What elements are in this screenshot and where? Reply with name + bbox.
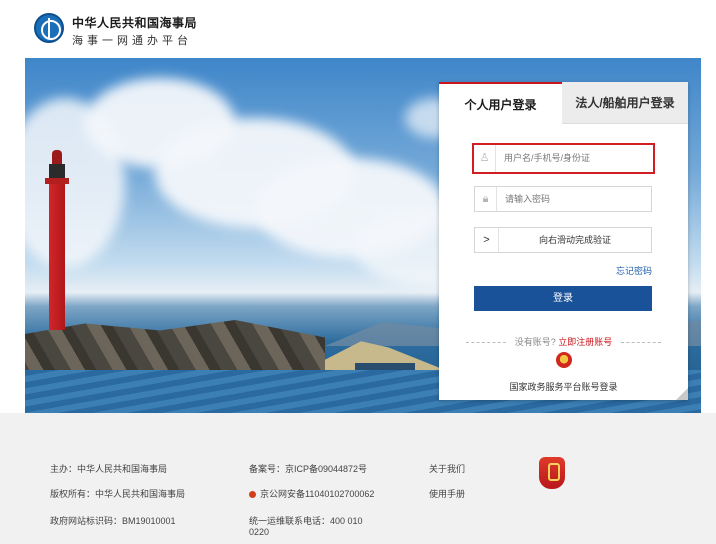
platform-subtitle: 海事一网通办平台 [72, 35, 192, 47]
police-badge-icon [249, 491, 256, 498]
lock-icon: 🔒︎ [475, 187, 497, 211]
lighthouse [41, 150, 73, 330]
lighthouse-lamp [49, 164, 65, 178]
tab-personal-login[interactable]: 个人用户登录 [439, 82, 562, 124]
lighthouse-tower [49, 184, 65, 330]
gov-service-login-link[interactable]: 国家政务服务平台账号登录 [439, 380, 688, 393]
login-panel: 个人用户登录 法人/船舶用户登录 ♙ 用户名/手机号/身份证 🔒︎ 请输入密码 … [439, 82, 688, 400]
footer-icp[interactable]: 备案号：京ICP备09044872号 [249, 462, 367, 475]
lighthouse-roof [52, 150, 62, 164]
login-tabs: 个人用户登录 法人/船舶用户登录 [439, 82, 688, 124]
user-manual-link[interactable]: 使用手册 [429, 487, 465, 500]
forgot-password-link[interactable]: 忘记密码 [616, 264, 652, 277]
panel-corner [676, 388, 688, 400]
footer-hotline: 统一运维联系电话：400 010 [249, 516, 363, 526]
slide-verification[interactable]: > 向右滑动完成验证 [474, 227, 652, 253]
user-icon: ♙ [474, 145, 496, 172]
password-input[interactable]: 🔒︎ 请输入密码 [474, 186, 652, 212]
password-placeholder: 请输入密码 [505, 194, 551, 204]
footer-site-id: 政府网站标识码：BM19010001 [50, 516, 176, 526]
username-placeholder: 用户名/手机号/身份证 [504, 153, 591, 163]
page-header: 中华人民共和国海事局 海事一网通办平台 [0, 0, 716, 58]
footer-copyright: 版权所有：中华人民共和国海事局 [50, 489, 186, 499]
slider-label: 向右滑动完成验证 [538, 235, 611, 245]
page-footer: 主办：中华人民共和国海事局 版权所有：中华人民共和国海事局 政府网站标识码：BM… [0, 413, 716, 544]
divider [466, 342, 506, 343]
about-us-link[interactable]: 关于我们 [429, 462, 465, 475]
username-input[interactable]: ♙ 用户名/手机号/身份证 [472, 143, 655, 174]
register-link[interactable]: 立即注册账号 [558, 337, 612, 347]
no-account-text: 没有账号? [514, 337, 556, 347]
police-record-text: 京公网安备11040102700062 [260, 489, 375, 499]
gov-site-badge-icon[interactable] [539, 457, 565, 489]
register-prompt: 没有账号? 立即注册账号 [466, 335, 661, 349]
divider [621, 342, 661, 343]
login-button[interactable]: 登录 [474, 286, 652, 311]
national-emblem-icon[interactable] [556, 352, 572, 368]
tab-corporate-login[interactable]: 法人/船舶用户登录 [562, 82, 688, 124]
org-name: 中华人民共和国海事局 [72, 16, 198, 30]
msa-logo-icon[interactable] [34, 13, 64, 43]
footer-hotline-cont: 0220 [249, 527, 270, 537]
slider-handle[interactable]: > [475, 228, 499, 252]
footer-police-record[interactable]: 京公网安备11040102700062 [249, 487, 374, 500]
footer-sponsor: 主办：中华人民共和国海事局 [50, 464, 168, 474]
